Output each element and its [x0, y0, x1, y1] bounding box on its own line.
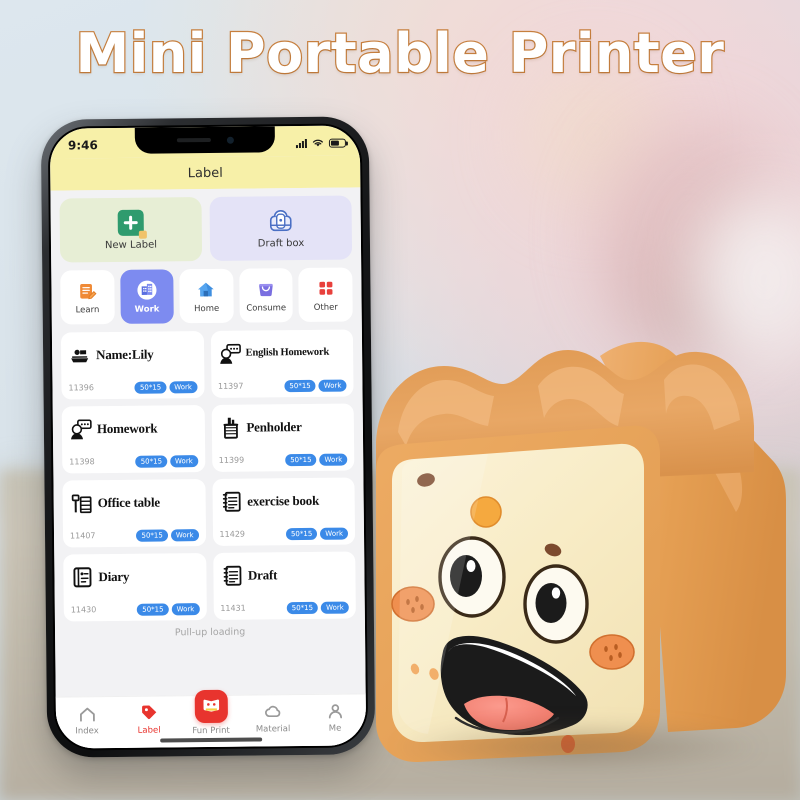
battery-icon [328, 138, 346, 148]
office-desk-icon [71, 494, 92, 514]
notebook-icon [222, 491, 241, 512]
new-label-label: New Label [104, 239, 158, 251]
category-home[interactable]: Home [179, 268, 234, 324]
home-outline-icon [77, 703, 96, 723]
speech-person-icon [71, 419, 92, 440]
template-tag-badge: Work [320, 601, 349, 614]
person-icon [325, 701, 344, 721]
template-card[interactable]: Homework 11398 50*15 Work [61, 405, 205, 474]
template-grid: Name:Lily 11396 50*15 Work English Homew… [60, 329, 356, 622]
category-work[interactable]: Work [119, 269, 174, 324]
template-title: Homework [96, 420, 158, 437]
new-label-plus-icon [117, 209, 147, 239]
template-title: Diary [98, 569, 130, 585]
template-id: 11396 [68, 383, 94, 393]
template-tag-badge: Work [169, 380, 198, 394]
phone-notch [134, 126, 276, 154]
template-tag-badge: Work [318, 379, 347, 392]
consume-bag-icon [255, 278, 277, 300]
template-title: exercise book [247, 493, 320, 509]
new-label-button[interactable]: New Label [59, 197, 203, 263]
template-title: Office table [97, 494, 160, 511]
phone-screen: 9:46 Label New Label Draft box Learn Wor… [47, 123, 369, 751]
template-size-badge: 50*15 [285, 453, 317, 467]
toast-printer-illustration [376, 341, 786, 763]
template-tag-badge: Work [320, 527, 349, 540]
template-id: 11430 [70, 605, 97, 615]
speech-person-icon [219, 343, 241, 364]
tab-me[interactable]: Me [307, 700, 363, 734]
template-card[interactable]: Name:Lily 11396 50*15 Work [60, 331, 205, 400]
tab-fun-print[interactable]: Fun Print [183, 689, 239, 737]
category-consume[interactable]: Consume [239, 268, 294, 323]
boat-banner-icon [71, 349, 89, 363]
template-title: Draft [247, 567, 278, 583]
signal-icon [295, 138, 307, 148]
home-house-icon [195, 278, 217, 300]
template-card[interactable]: English Homework 11397 50*15 Work [210, 329, 354, 398]
template-id: 11431 [220, 603, 246, 614]
template-id: 11429 [219, 529, 246, 540]
template-tag-badge: Work [170, 528, 199, 542]
product-shadow [388, 721, 768, 773]
wifi-icon [312, 139, 323, 147]
diary-icon [73, 567, 92, 588]
template-title: Penholder [246, 419, 302, 435]
earpiece-speaker [176, 137, 211, 143]
template-tag-badge: Work [171, 602, 200, 616]
template-card[interactable]: Draft 11431 50*15 Work [212, 551, 356, 620]
template-card[interactable]: Office table 11407 50*15 Work [62, 479, 206, 548]
template-id: 11397 [217, 381, 244, 392]
funprint-logo-icon [194, 689, 228, 724]
template-id: 11398 [69, 457, 95, 467]
template-card[interactable]: exercise book 11429 50*15 Work [211, 477, 356, 546]
status-bar-time: 9:46 [67, 138, 98, 153]
template-size-badge: 50*15 [286, 601, 319, 615]
template-size-badge: 50*15 [135, 455, 168, 468]
template-id: 11407 [69, 531, 96, 541]
draft-box-button[interactable]: Draft box [209, 195, 353, 261]
template-tag-badge: Work [319, 453, 348, 466]
template-title: English Homework [245, 347, 330, 360]
status-bar-icons [295, 138, 346, 149]
template-size-badge: 50*15 [137, 603, 169, 616]
template-tag-badge: Work [169, 454, 198, 468]
category-other[interactable]: Other [298, 267, 353, 323]
category-learn[interactable]: Learn [60, 269, 115, 325]
template-title: Name:Lily [96, 346, 154, 363]
learn-note-icon [76, 280, 98, 302]
template-card[interactable]: Diary 11430 50*15 Work [63, 553, 207, 622]
work-building-icon [136, 279, 158, 301]
app-header: Label [50, 155, 361, 191]
template-size-badge: 50*15 [285, 527, 318, 541]
tab-index[interactable]: Index [59, 703, 115, 737]
template-id: 11399 [218, 455, 245, 466]
template-size-badge: 50*15 [136, 529, 168, 542]
pull-up-loading-hint: Pull-up loading [174, 626, 246, 639]
tag-icon [139, 703, 158, 723]
app-header-title: Label [187, 165, 223, 181]
front-camera-icon [226, 136, 234, 144]
template-card[interactable]: Penholder 11399 50*15 Work [211, 403, 355, 472]
tab-material[interactable]: Material [245, 701, 301, 735]
notebook-icon [223, 565, 241, 586]
category-row: Learn Work Home Consume Other [60, 267, 353, 325]
app-content: New Label Draft box Learn Work Home Cons… [50, 187, 367, 749]
penholder-icon [222, 417, 238, 439]
phone-mockup: 9:46 Label New Label Draft box Learn Wor… [40, 116, 376, 758]
draft-box-label: Draft box [257, 237, 305, 249]
template-size-badge: 50*15 [134, 381, 167, 394]
cloud-icon [263, 701, 282, 721]
quick-actions-row: New Label Draft box [59, 195, 353, 263]
template-size-badge: 50*15 [284, 379, 316, 393]
other-grid-icon [315, 277, 337, 299]
product-printer [368, 322, 788, 777]
tab-label[interactable]: Label [121, 702, 177, 736]
draft-box-icon [269, 209, 292, 231]
page-title: Mini Portable Printer [74, 21, 725, 86]
